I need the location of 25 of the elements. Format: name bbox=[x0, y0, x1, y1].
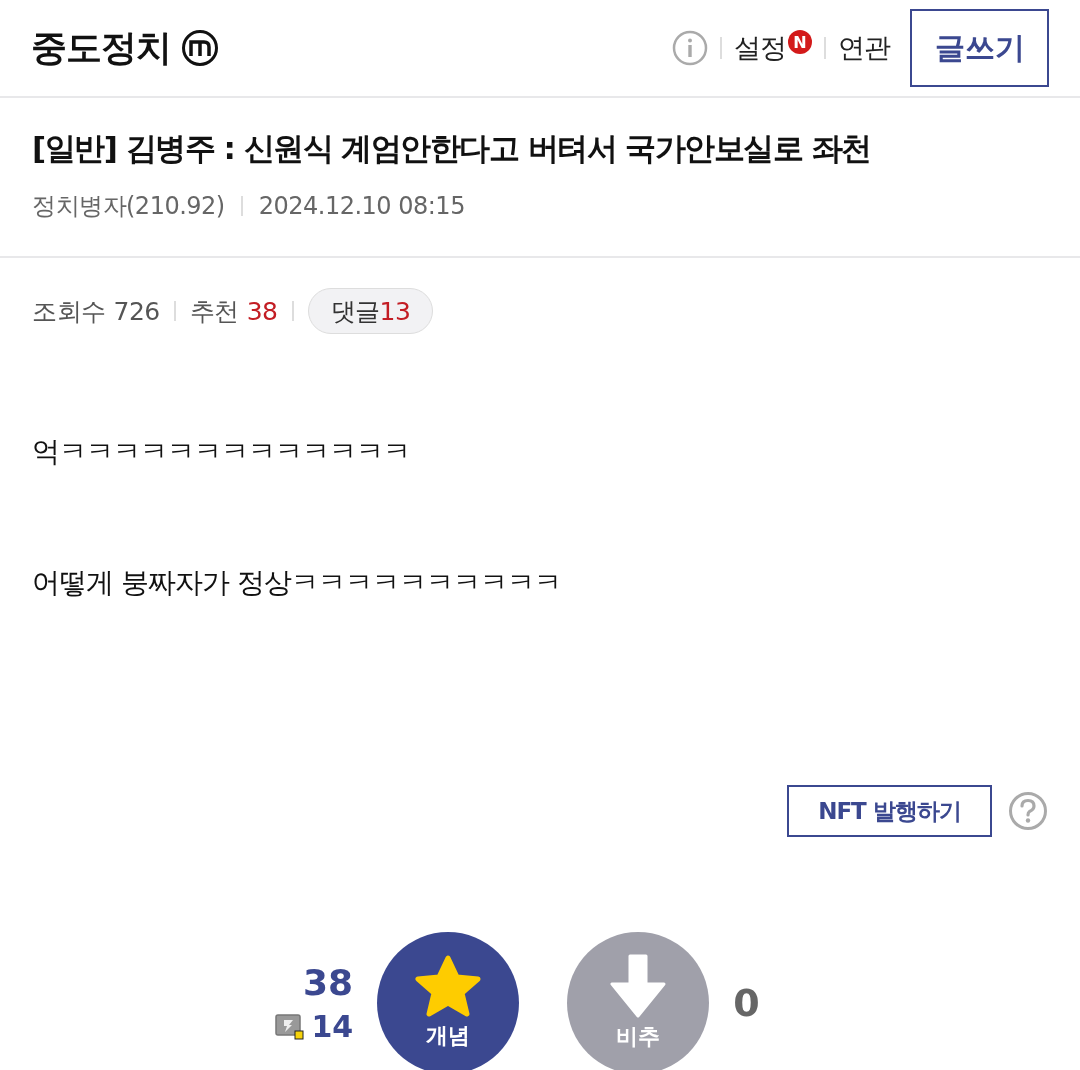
info-icon[interactable] bbox=[672, 30, 708, 66]
write-button[interactable]: 글쓰기 bbox=[910, 9, 1049, 87]
post-title: [일반] 김병주 : 신원식 계엄안한다고 버텨서 국가안보실로 좌천 bbox=[32, 129, 872, 168]
new-badge: N bbox=[788, 30, 812, 54]
mobile-logo-icon bbox=[181, 29, 219, 67]
recommend-count: 38 bbox=[246, 296, 278, 326]
related-link[interactable]: 연관 bbox=[838, 30, 890, 66]
body-text: 어떻게 붕짜자가 정상ㅋㅋㅋㅋㅋㅋㅋㅋㅋㅋ bbox=[32, 565, 562, 601]
views-label: 조회수 bbox=[32, 295, 106, 328]
downvote-count: 0 bbox=[733, 981, 760, 1025]
settings-link[interactable]: 설정 bbox=[734, 30, 786, 66]
fixed-user-icon bbox=[275, 1012, 306, 1041]
upvote-button[interactable]: 개념 bbox=[377, 932, 520, 1070]
help-icon[interactable] bbox=[1008, 791, 1048, 831]
nft-mint-button[interactable]: NFT 발행하기 bbox=[787, 785, 992, 837]
body-text: 억ㅋㅋㅋㅋㅋㅋㅋㅋㅋㅋㅋㅋㅋ bbox=[32, 434, 411, 470]
post-date: 2024.12.10 08:15 bbox=[258, 192, 465, 220]
recommend-label: 추천 bbox=[189, 295, 239, 328]
post-author[interactable]: 정치병자(210.92) bbox=[32, 190, 225, 222]
star-icon bbox=[414, 955, 483, 1017]
comments-button[interactable]: 댓글13 bbox=[307, 288, 434, 334]
upvote-count: 38 bbox=[303, 962, 354, 1003]
gallery-title[interactable]: 중도정치 bbox=[31, 23, 171, 73]
views-count: 726 bbox=[113, 296, 160, 326]
fixed-user-count: 14 bbox=[311, 1009, 354, 1044]
